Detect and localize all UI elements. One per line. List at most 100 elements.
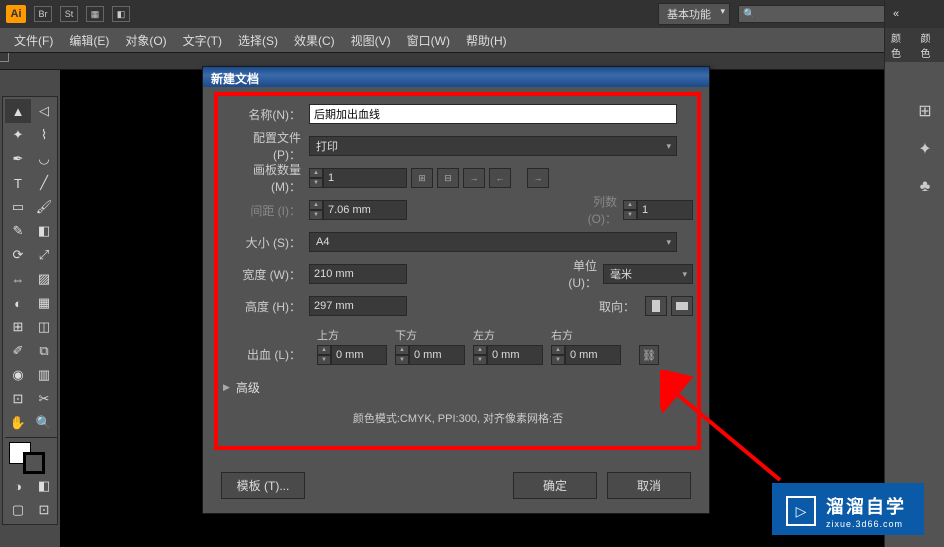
ok-button[interactable]: 确定 <box>513 472 597 499</box>
tools-panel: ▲ ◁ ✦ ⌇ ✒ ◡ T ╱ ▭ 🖌 ✎ ◧ ⟳ ⤢ ⇔ ▨ ◐ ▦ ⊞ ◫ … <box>2 96 58 525</box>
menu-type[interactable]: 文字(T) <box>175 29 230 52</box>
name-input[interactable] <box>309 104 677 124</box>
arrange-icon[interactable]: ▦ <box>86 6 104 22</box>
arrange2-icon[interactable]: ◧ <box>112 6 130 22</box>
change-screen-icon[interactable]: ⊡ <box>31 498 57 522</box>
slice-tool[interactable]: ✂ <box>31 387 57 411</box>
height-input[interactable] <box>309 296 407 316</box>
type-tool[interactable]: T <box>5 171 31 195</box>
mesh-tool[interactable]: ⊞ <box>5 315 31 339</box>
spin-down-icon[interactable]: ▼ <box>473 355 487 365</box>
shape-builder-tool[interactable]: ◐ <box>5 291 31 315</box>
bleed-top-value[interactable] <box>331 345 387 365</box>
menu-help[interactable]: 帮助(H) <box>458 29 515 52</box>
color-tab-2[interactable]: 颜色 <box>915 28 944 62</box>
spacing-value <box>323 200 407 220</box>
magic-wand-tool[interactable]: ✦ <box>5 123 31 147</box>
screen-mode-icon[interactable]: ▢ <box>5 498 31 522</box>
units-select[interactable]: 毫米 <box>603 264 693 284</box>
bridge-icon[interactable]: Br <box>34 6 52 22</box>
bleed-top-spinner[interactable]: ▲▼ <box>317 345 387 365</box>
bleed-right-label: 右方 <box>551 327 573 343</box>
blend-tool[interactable]: ⧉ <box>31 339 57 363</box>
brushes-panel-icon[interactable]: ✦ <box>914 138 936 160</box>
menu-edit[interactable]: 编辑(E) <box>61 29 117 52</box>
perspective-tool[interactable]: ▦ <box>31 291 57 315</box>
color-tab[interactable]: 颜色 <box>885 28 915 62</box>
symbol-sprayer-tool[interactable]: ◉ <box>5 363 31 387</box>
spin-up-icon[interactable]: ▲ <box>395 345 409 355</box>
menu-object[interactable]: 对象(O) <box>117 29 174 52</box>
spin-up-icon[interactable]: ▲ <box>473 345 487 355</box>
bleed-left-value[interactable] <box>487 345 543 365</box>
spin-up-icon[interactable]: ▲ <box>317 345 331 355</box>
gradient-tool[interactable]: ◫ <box>31 315 57 339</box>
spin-down-icon[interactable]: ▼ <box>551 355 565 365</box>
free-transform-tool[interactable]: ▨ <box>31 267 57 291</box>
lasso-tool[interactable]: ⌇ <box>31 123 57 147</box>
grid-by-row-icon[interactable]: ⊞ <box>411 168 433 188</box>
link-bleed-icon[interactable]: ⛓ <box>639 345 659 365</box>
bleed-bottom-spinner[interactable]: ▲▼ <box>395 345 465 365</box>
grid-by-col-icon[interactable]: ⊟ <box>437 168 459 188</box>
eraser-tool[interactable]: ◧ <box>31 219 57 243</box>
selection-tool[interactable]: ▲ <box>5 99 31 123</box>
artboards-value[interactable] <box>323 168 407 188</box>
width-input[interactable] <box>309 264 407 284</box>
color-mode-icon[interactable]: ◑ <box>5 474 31 498</box>
artboard-tool[interactable]: ⊡ <box>5 387 31 411</box>
search-input[interactable]: 🔍 <box>738 5 908 23</box>
symbols-panel-icon[interactable]: ♣ <box>914 176 936 198</box>
template-button[interactable]: 模板 (T)... <box>221 472 305 499</box>
arrange-rtl-icon[interactable]: → <box>527 168 549 188</box>
menu-view[interactable]: 视图(V) <box>343 29 399 52</box>
menu-select[interactable]: 选择(S) <box>230 29 286 52</box>
rotate-tool[interactable]: ⟳ <box>5 243 31 267</box>
profile-select[interactable]: 打印 <box>309 136 677 156</box>
bleed-right-value[interactable] <box>565 345 621 365</box>
badge-subtitle: zixue.3d66.com <box>826 519 906 529</box>
spin-down-icon[interactable]: ▼ <box>317 355 331 365</box>
arrange-row-icon[interactable]: → <box>463 168 485 188</box>
eyedropper-tool[interactable]: ✐ <box>5 339 31 363</box>
spin-down-icon: ▼ <box>309 210 323 220</box>
right-strip-collapse[interactable]: « <box>885 0 944 28</box>
fill-stroke-swatch[interactable] <box>5 440 57 474</box>
rectangle-tool[interactable]: ▭ <box>5 195 31 219</box>
artboards-spinner[interactable]: ▲▼ <box>309 168 407 188</box>
bleed-left-spinner[interactable]: ▲▼ <box>473 345 543 365</box>
menu-effect[interactable]: 效果(C) <box>286 29 343 52</box>
advanced-toggle[interactable]: ▶ 高级 <box>223 379 693 396</box>
scale-tool[interactable]: ⤢ <box>31 243 57 267</box>
swatches-panel-icon[interactable]: ⊞ <box>914 100 936 122</box>
columns-value <box>637 200 693 220</box>
stock-icon[interactable]: St <box>60 6 78 22</box>
orientation-portrait-button[interactable] <box>645 296 667 316</box>
stroke-color[interactable] <box>23 452 45 474</box>
spin-up-icon[interactable]: ▲ <box>309 168 323 178</box>
menu-window[interactable]: 窗口(W) <box>399 29 458 52</box>
size-select[interactable]: A4 <box>309 232 677 252</box>
paintbrush-tool[interactable]: 🖌 <box>31 195 57 219</box>
spacing-spinner: ▲▼ <box>309 200 407 220</box>
spin-up-icon[interactable]: ▲ <box>551 345 565 355</box>
bleed-bottom-value[interactable] <box>409 345 465 365</box>
hand-tool[interactable]: ✋ <box>5 411 31 435</box>
zoom-tool[interactable]: 🔍 <box>31 411 57 435</box>
direct-selection-tool[interactable]: ◁ <box>31 99 57 123</box>
line-tool[interactable]: ╱ <box>31 171 57 195</box>
menu-file[interactable]: 文件(F) <box>6 29 61 52</box>
width-tool[interactable]: ⇔ <box>5 267 31 291</box>
arrange-col-icon[interactable]: ← <box>489 168 511 188</box>
pencil-tool[interactable]: ✎ <box>5 219 31 243</box>
orientation-landscape-button[interactable] <box>671 296 693 316</box>
graph-tool[interactable]: ▥ <box>31 363 57 387</box>
draw-mode-icon[interactable]: ◧ <box>31 474 57 498</box>
cancel-button[interactable]: 取消 <box>607 472 691 499</box>
pen-tool[interactable]: ✒ <box>5 147 31 171</box>
spin-down-icon[interactable]: ▼ <box>309 178 323 188</box>
spin-down-icon[interactable]: ▼ <box>395 355 409 365</box>
bleed-right-spinner[interactable]: ▲▼ <box>551 345 621 365</box>
workspace-selector[interactable]: 基本功能 <box>658 3 730 25</box>
curvature-tool[interactable]: ◡ <box>31 147 57 171</box>
